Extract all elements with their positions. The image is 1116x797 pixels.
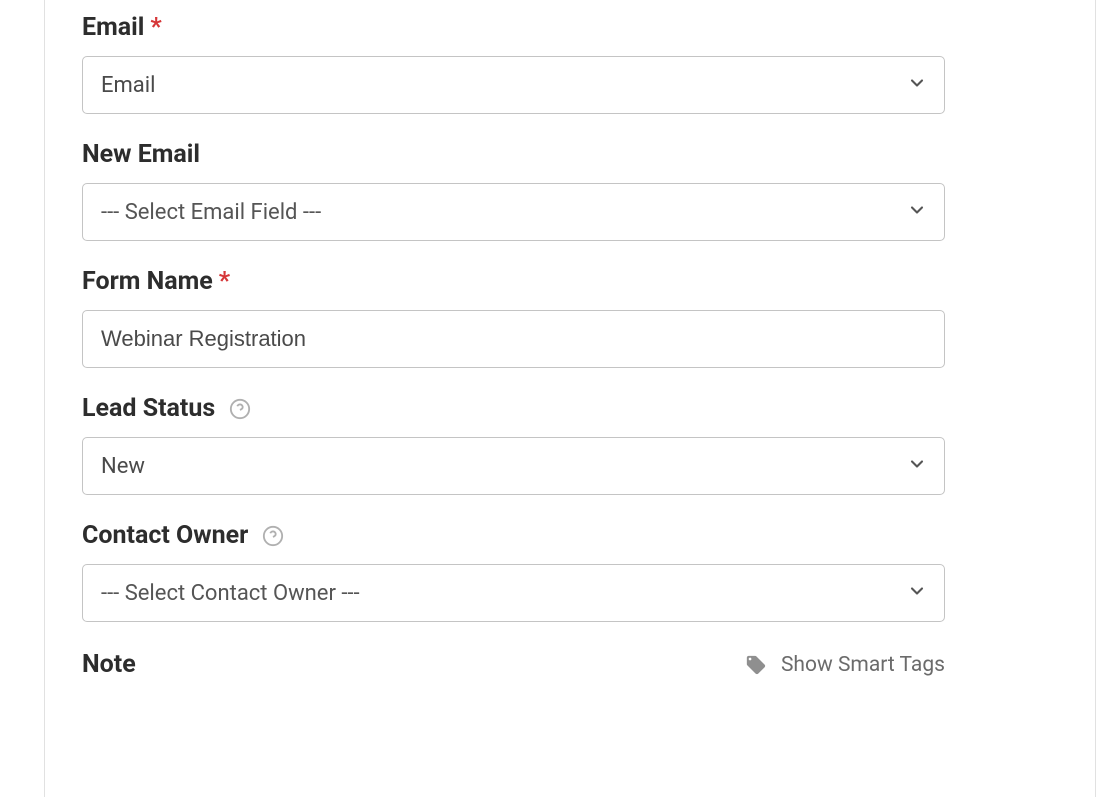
email-select[interactable]: Email xyxy=(82,56,945,114)
lead-status-select-value: New xyxy=(101,454,145,479)
lead-status-label-text: Lead Status xyxy=(82,394,215,423)
help-icon[interactable] xyxy=(229,398,251,420)
contact-owner-field-group: Contact Owner --- Select Contact Owner -… xyxy=(82,521,945,622)
new-email-field-group: New Email --- Select Email Field --- xyxy=(82,140,945,241)
form-name-input[interactable] xyxy=(82,310,945,368)
email-select-value: Email xyxy=(101,73,155,98)
note-header: Note Show Smart Tags xyxy=(82,650,945,679)
form-name-label: Form Name * xyxy=(82,267,945,296)
email-field-group: Email * Email xyxy=(82,13,945,114)
show-smart-tags-link[interactable]: Show Smart Tags xyxy=(745,653,945,677)
note-label: Note xyxy=(82,650,136,679)
email-label-text: Email xyxy=(82,13,144,42)
lead-status-label: Lead Status xyxy=(82,394,945,423)
form-name-label-text: Form Name xyxy=(82,267,213,296)
new-email-select-value: --- Select Email Field --- xyxy=(101,200,321,225)
form-panel: Email * Email New Email --- Select Email… xyxy=(44,0,1096,797)
email-label: Email * xyxy=(82,13,945,42)
form-name-field-group: Form Name * xyxy=(82,267,945,368)
required-marker: * xyxy=(219,267,230,296)
new-email-label: New Email xyxy=(82,140,945,169)
email-select-wrapper: Email xyxy=(82,56,945,114)
tag-icon xyxy=(745,654,767,676)
help-icon[interactable] xyxy=(262,525,284,547)
show-smart-tags-text: Show Smart Tags xyxy=(781,653,945,677)
new-email-select[interactable]: --- Select Email Field --- xyxy=(82,183,945,241)
new-email-select-wrapper: --- Select Email Field --- xyxy=(82,183,945,241)
contact-owner-select-wrapper: --- Select Contact Owner --- xyxy=(82,564,945,622)
lead-status-select-wrapper: New xyxy=(82,437,945,495)
required-marker: * xyxy=(150,13,161,42)
note-label-text: Note xyxy=(82,650,136,679)
new-email-label-text: New Email xyxy=(82,140,200,169)
contact-owner-select[interactable]: --- Select Contact Owner --- xyxy=(82,564,945,622)
lead-status-select[interactable]: New xyxy=(82,437,945,495)
contact-owner-label-text: Contact Owner xyxy=(82,521,248,550)
contact-owner-select-value: --- Select Contact Owner --- xyxy=(101,581,360,606)
lead-status-field-group: Lead Status New xyxy=(82,394,945,495)
contact-owner-label: Contact Owner xyxy=(82,521,945,550)
